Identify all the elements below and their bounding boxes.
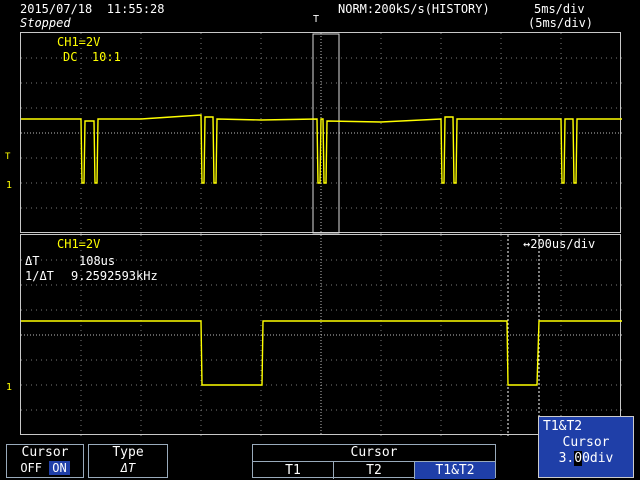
cursor-type-softkey[interactable]: Type ΔT bbox=[88, 444, 168, 478]
cursor-value-prefix: 3. bbox=[558, 451, 575, 466]
ch1-ground-marker-zoom: 1 bbox=[6, 382, 13, 393]
inverse-delta-t-value: 9.2592593kHz bbox=[71, 269, 158, 283]
delta-t-value: 108us bbox=[79, 254, 116, 268]
cursor-readout-label: Cursor bbox=[562, 435, 610, 450]
zoom-timebase: ↔200us/div bbox=[523, 237, 596, 251]
datetime: 2015/07/18 11:55:28 bbox=[20, 2, 165, 16]
trigger-position-marker: T bbox=[313, 14, 320, 25]
cursor-readout-title: T1&T2 bbox=[543, 419, 583, 434]
timebase-zoom: (5ms/div) bbox=[528, 16, 594, 30]
main-waveform-panel[interactable]: CH1=2V DC 10:1 bbox=[20, 32, 622, 234]
cursor-off-option[interactable]: OFF bbox=[20, 461, 42, 475]
acquisition-status: Stopped bbox=[20, 16, 71, 30]
cursor-type-value: ΔT bbox=[120, 461, 136, 475]
delta-t-label: ΔT bbox=[25, 254, 40, 268]
main-channel-scale: CH1=2V bbox=[57, 35, 101, 49]
trigger-mode: NORM:200kS/s(HISTORY) bbox=[338, 2, 490, 16]
inverse-delta-t-label: 1/ΔT bbox=[25, 269, 54, 283]
cursor-readout-value[interactable]: 3.00div bbox=[543, 451, 629, 467]
zoom-waveform-panel[interactable]: CH1=2V ΔT 108us 1/ΔT 9.2592593kHz ↔200us… bbox=[20, 234, 622, 436]
zoom-channel-scale: CH1=2V bbox=[57, 237, 101, 251]
ch1-trace-main bbox=[21, 114, 622, 184]
cursor-t1-option[interactable]: T1 bbox=[253, 462, 334, 479]
cursor-readout-box[interactable]: T1&T2 Cursor 3.00div bbox=[538, 416, 634, 478]
cursor-t1t2-option[interactable]: T1&T2 bbox=[415, 462, 495, 479]
timebase-main: 5ms/div bbox=[534, 2, 585, 16]
cursor-type-title: Type bbox=[89, 445, 167, 461]
cursor-toggle-softkey[interactable]: Cursor OFF ON bbox=[6, 444, 84, 478]
cursor-select-softkey[interactable]: Cursor T1 T2 T1&T2 bbox=[252, 444, 496, 479]
cursor-on-option[interactable]: ON bbox=[49, 461, 70, 475]
cursor-toggle-title: Cursor bbox=[7, 445, 83, 461]
main-coupling-probe: DC 10:1 bbox=[63, 50, 121, 64]
cursor-value-suffix: 0div bbox=[582, 451, 614, 466]
cursor-t2-option[interactable]: T2 bbox=[334, 462, 415, 479]
ch1-ground-marker-main: 1 bbox=[6, 180, 13, 191]
cursor-select-title: Cursor bbox=[253, 445, 495, 462]
cursor-value-caret[interactable]: 0 bbox=[574, 451, 583, 466]
trigger-level-marker: T bbox=[5, 152, 11, 162]
